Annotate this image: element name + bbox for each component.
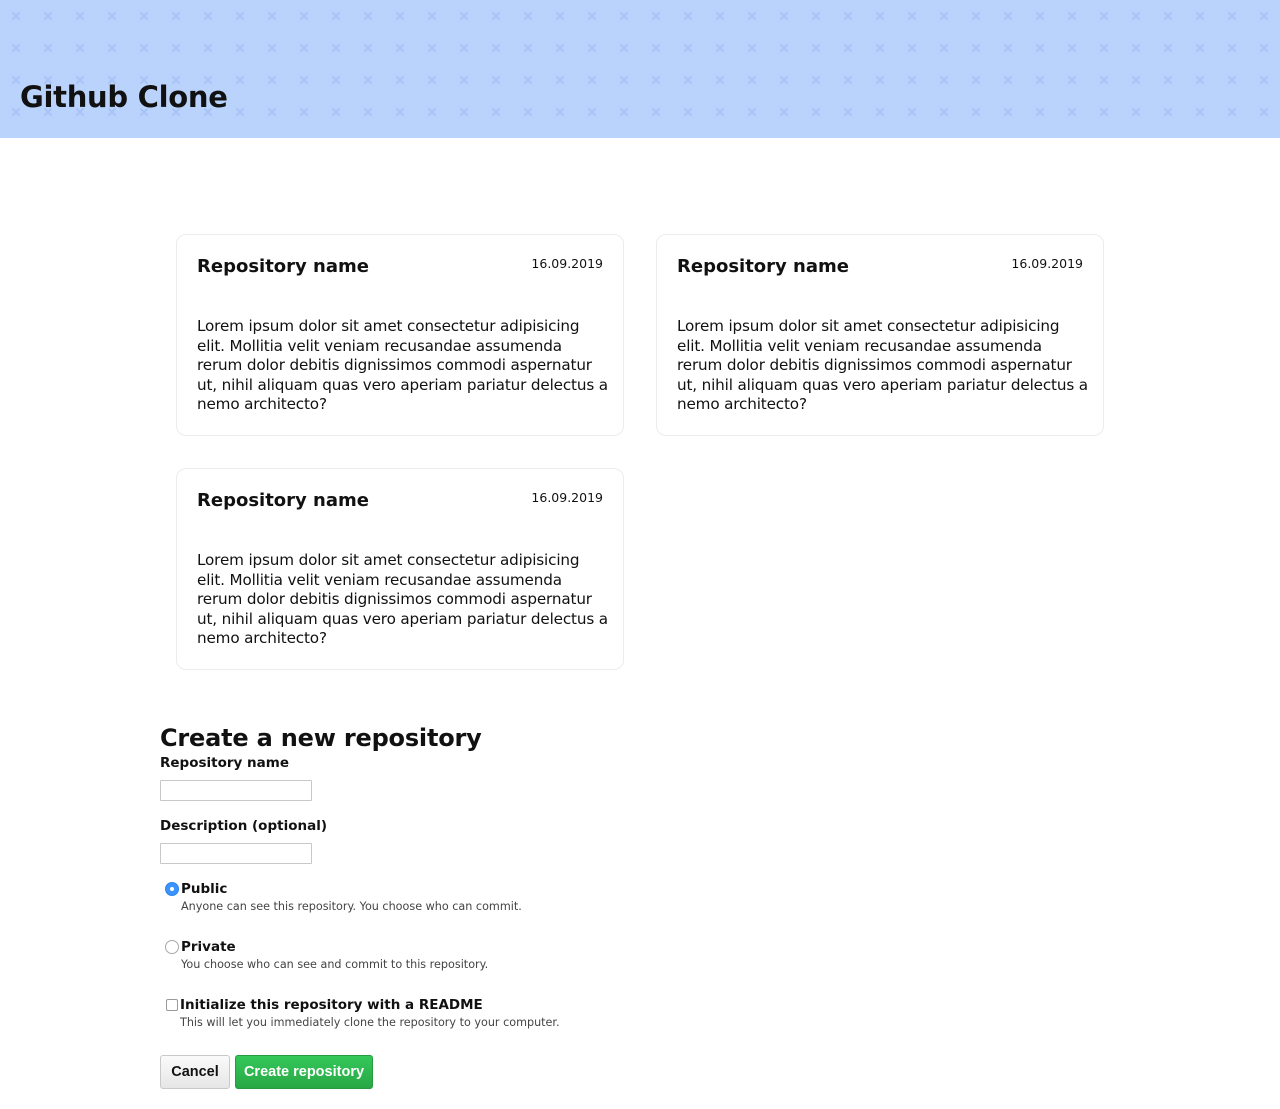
public-note: Anyone can see this repository. You choo… [181,900,522,913]
header-pattern [0,0,1280,138]
repository-name[interactable]: Repository name [677,256,849,277]
cancel-button[interactable]: Cancel [160,1055,230,1089]
description-label: Description (optional) [160,818,327,834]
repository-name-label: Repository name [160,755,289,771]
repository-card[interactable]: Repository name 16.09.2019 Lorem ipsum d… [656,234,1104,436]
readme-checkbox[interactable] [166,999,178,1011]
repository-description: Lorem ipsum dolor sit amet consectetur a… [197,317,608,413]
repository-date: 16.09.2019 [1011,256,1083,271]
repository-card[interactable]: Repository name 16.09.2019 Lorem ipsum d… [176,468,624,670]
page-header: Github Clone [0,0,1280,138]
repository-description: Lorem ipsum dolor sit amet consectetur a… [677,317,1088,413]
description-input[interactable] [160,843,312,864]
public-radio[interactable] [165,882,179,896]
public-label[interactable]: Public [181,881,227,897]
create-repository-button[interactable]: Create repository [235,1055,373,1089]
repository-card[interactable]: Repository name 16.09.2019 Lorem ipsum d… [176,234,624,436]
repository-description: Lorem ipsum dolor sit amet consectetur a… [197,551,608,647]
private-note: You choose who can see and commit to thi… [181,958,489,971]
private-radio[interactable] [165,940,179,954]
readme-label[interactable]: Initialize this repository with a README [180,997,483,1013]
repository-date: 16.09.2019 [531,256,603,271]
readme-note: This will let you immediately clone the … [180,1016,560,1029]
repository-name[interactable]: Repository name [197,256,369,277]
form-title: Create a new repository [160,724,482,752]
private-label[interactable]: Private [181,939,236,955]
repository-date: 16.09.2019 [531,490,603,505]
repository-name[interactable]: Repository name [197,490,369,511]
site-title: Github Clone [20,80,228,114]
repository-name-input[interactable] [160,780,312,801]
